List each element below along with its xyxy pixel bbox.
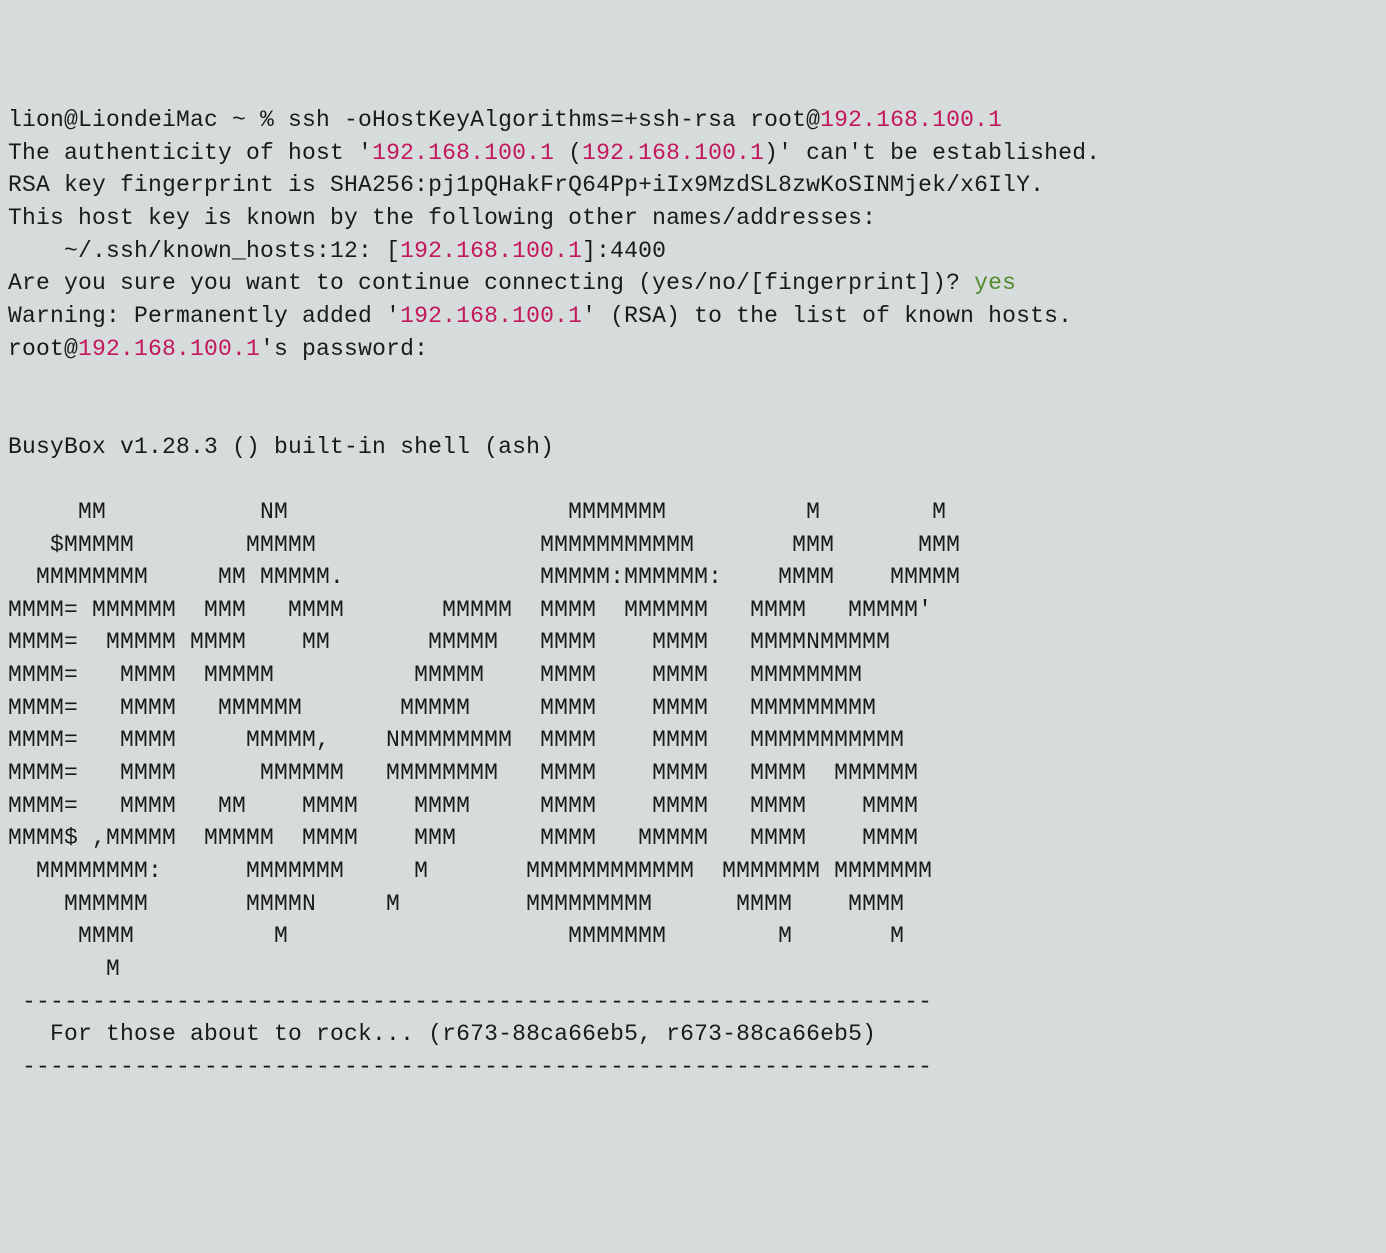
- text: 's password:: [260, 336, 428, 362]
- ascii-art-line: For those about to rock... (r673-88ca66e…: [8, 1018, 1378, 1051]
- pw-ip: 192.168.100.1: [78, 336, 260, 362]
- ascii-art-row-16: For those about to rock... (r673-88ca66e…: [8, 1021, 876, 1047]
- ascii-art-row-6: MMMM= MMMM MMMMMM MMMMM MMMM MMMM MMMMMM…: [8, 695, 876, 721]
- text: ' (RSA) to the list of known hosts.: [582, 303, 1072, 329]
- ssh-command: ssh -oHostKeyAlgorithms=+ssh-rsa root@: [288, 107, 820, 133]
- ascii-art-row-4: MMMM= MMMMM MMMM MM MMMMM MMMM MMMM MMMM…: [8, 629, 890, 655]
- fingerprint-text: RSA key fingerprint is SHA256:pj1pQHakFr…: [8, 172, 1044, 198]
- ascii-art-line: M: [8, 953, 1378, 986]
- ascii-art-row-14: M: [8, 956, 120, 982]
- ascii-art-line: MMMM$ ,MMMMM MMMMM MMMM MMM MMMM MMMMM M…: [8, 822, 1378, 855]
- busybox-line: BusyBox v1.28.3 () built-in shell (ash): [8, 431, 1378, 464]
- ascii-art-line: MM NM MMMMMMM M M: [8, 496, 1378, 529]
- ascii-art-row-15: ----------------------------------------…: [8, 989, 932, 1015]
- warning-line: Warning: Permanently added '192.168.100.…: [8, 300, 1378, 333]
- ascii-art-line: MMMM= MMMM MMMMMM MMMMMMMM MMMM MMMM MMM…: [8, 757, 1378, 790]
- host-ip-paren: 192.168.100.1: [582, 140, 764, 166]
- added-ip: 192.168.100.1: [400, 303, 582, 329]
- busybox-text: BusyBox v1.28.3 () built-in shell (ash): [8, 434, 554, 460]
- ascii-art-line: ----------------------------------------…: [8, 1051, 1378, 1084]
- confirm-answer[interactable]: yes: [974, 270, 1016, 296]
- confirm-prompt: Are you sure you want to continue connec…: [8, 270, 974, 296]
- known-hosts-port: ]:4400: [582, 238, 666, 264]
- text: (: [554, 140, 582, 166]
- text: root@: [8, 336, 78, 362]
- ascii-art-line: MMMM= MMMM MMMMMM MMMMM MMMM MMMM MMMMMM…: [8, 692, 1378, 725]
- ascii-art-row-13: MMMM M MMMMMMM M M: [8, 923, 904, 949]
- ascii-art-line: MMMMMM MMMMN M MMMMMMMMM MMMM MMMM: [8, 888, 1378, 921]
- ssh-host-ip: 192.168.100.1: [820, 107, 1002, 133]
- ascii-art-row-17: ----------------------------------------…: [8, 1054, 932, 1080]
- ascii-art-line: MMMM M MMMMMMM M M: [8, 920, 1378, 953]
- ascii-art-row-12: MMMMMM MMMMN M MMMMMMMMM MMMM MMMM: [8, 891, 904, 917]
- text: The authenticity of host ': [8, 140, 372, 166]
- ascii-art-line: $MMMMM MMMMM MMMMMMMMMMM MMM MMM: [8, 529, 1378, 562]
- ascii-art-line: MMMM= MMMMMM MMM MMMM MMMMM MMMM MMMMMM …: [8, 594, 1378, 627]
- ascii-art-row-9: MMMM= MMMM MM MMMM MMMM MMMM MMMM MMMM M…: [8, 793, 918, 819]
- confirm-line: Are you sure you want to continue connec…: [8, 267, 1378, 300]
- known-hosts-path: ~/.ssh/known_hosts:12: [: [8, 238, 400, 264]
- text: Warning: Permanently added ': [8, 303, 400, 329]
- ascii-art-row-1: $MMMMM MMMMM MMMMMMMMMMM MMM MMM: [8, 532, 960, 558]
- password-line: root@192.168.100.1's password:: [8, 333, 1378, 366]
- ascii-art-row-5: MMMM= MMMM MMMMM MMMMM MMMM MMMM MMMMMMM…: [8, 662, 862, 688]
- ascii-art-row-0: MM NM MMMMMMM M M: [8, 499, 946, 525]
- known-by-text: This host key is known by the following …: [8, 205, 876, 231]
- terminal-output[interactable]: lion@LiondeiMac ~ % ssh -oHostKeyAlgorit…: [8, 104, 1378, 1084]
- ascii-art-row-2: MMMMMMMM MM MMMMM. MMMMM:MMMMMM: MMMM MM…: [8, 564, 960, 590]
- ascii-art-line: ----------------------------------------…: [8, 986, 1378, 1019]
- known-hosts-line: ~/.ssh/known_hosts:12: [192.168.100.1]:4…: [8, 235, 1378, 268]
- ascii-art-line: MMMM= MMMM MMMMM, NMMMMMMMM MMMM MMMM MM…: [8, 724, 1378, 757]
- ascii-art-line: MMMM= MMMMM MMMM MM MMMMM MMMM MMMM MMMM…: [8, 626, 1378, 659]
- ascii-art-line: MMMM= MMMM MMMMM MMMMM MMMM MMMM MMMMMMM…: [8, 659, 1378, 692]
- prompt-line: lion@LiondeiMac ~ % ssh -oHostKeyAlgorit…: [8, 104, 1378, 137]
- shell-prompt: lion@LiondeiMac ~ %: [8, 107, 288, 133]
- ascii-art-row-10: MMMM$ ,MMMMM MMMMM MMMM MMM MMMM MMMMM M…: [8, 825, 918, 851]
- ascii-art-line: MMMM= MMMM MM MMMM MMMM MMMM MMMM MMMM M…: [8, 790, 1378, 823]
- known-hosts-ip: 192.168.100.1: [400, 238, 582, 264]
- ascii-art-row-7: MMMM= MMMM MMMMM, NMMMMMMMM MMMM MMMM MM…: [8, 727, 904, 753]
- authenticity-line: The authenticity of host '192.168.100.1 …: [8, 137, 1378, 170]
- fingerprint-line: RSA key fingerprint is SHA256:pj1pQHakFr…: [8, 169, 1378, 202]
- ascii-art-row-11: MMMMMMMM: MMMMMMM M MMMMMMMMMMMM MMMMMMM…: [8, 858, 932, 884]
- ascii-art-row-8: MMMM= MMMM MMMMMM MMMMMMMM MMMM MMMM MMM…: [8, 760, 918, 786]
- ascii-art-line: MMMMMMMM MM MMMMM. MMMMM:MMMMMM: MMMM MM…: [8, 561, 1378, 594]
- ascii-art-row-3: MMMM= MMMMMM MMM MMMM MMMMM MMMM MMMMMM …: [8, 597, 932, 623]
- host-ip: 192.168.100.1: [372, 140, 554, 166]
- ascii-art-line: MMMMMMMM: MMMMMMM M MMMMMMMMMMMM MMMMMMM…: [8, 855, 1378, 888]
- text: )' can't be established.: [764, 140, 1100, 166]
- known-by-line: This host key is known by the following …: [8, 202, 1378, 235]
